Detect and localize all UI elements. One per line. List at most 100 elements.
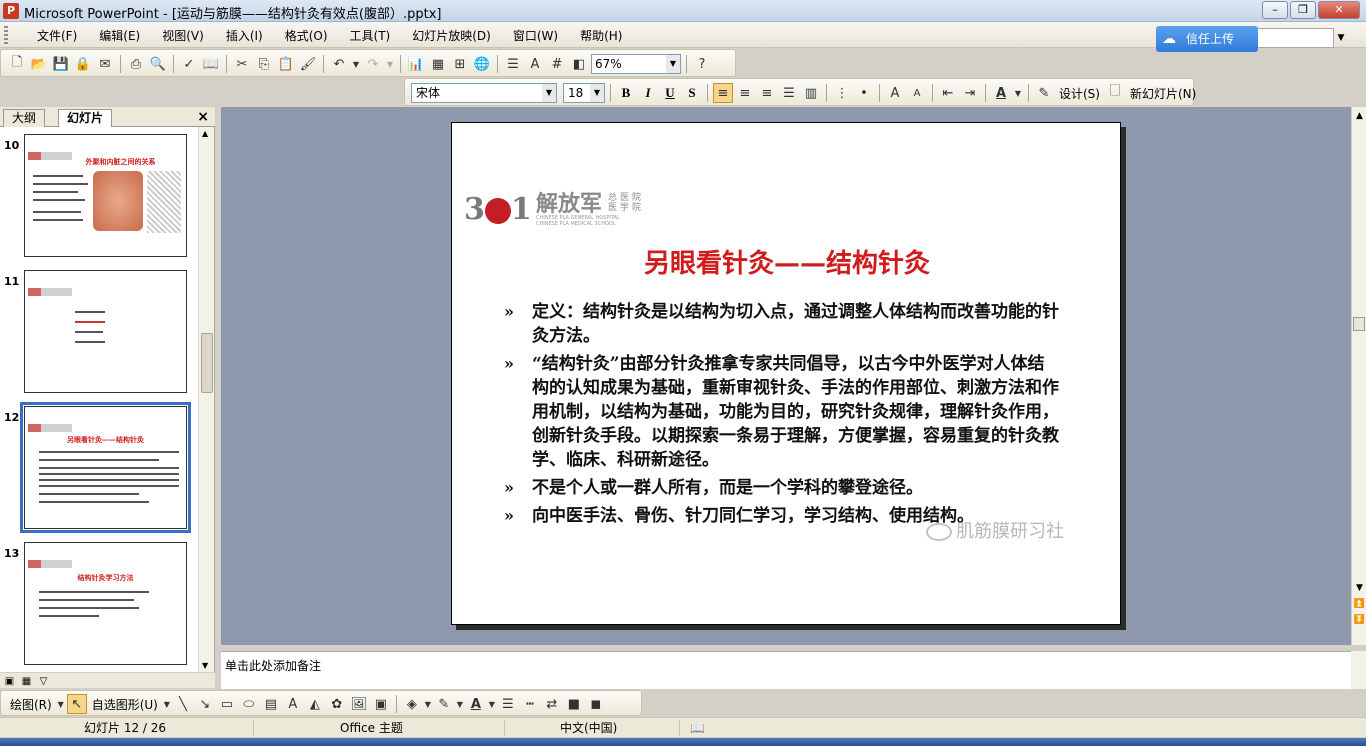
scroll-up-icon[interactable]: ▲ <box>202 129 208 138</box>
help-icon[interactable]: ? <box>692 54 712 74</box>
menu-slideshow[interactable]: 幻灯片放映(D) <box>401 27 502 44</box>
fill-color-dropdown-icon[interactable]: ▼ <box>424 694 432 714</box>
insert-chart-icon[interactable]: 📊 <box>406 54 426 74</box>
slide-scrollbar[interactable]: ▲ ▼ ⏫ ⏬ <box>1351 107 1366 645</box>
scroll-down-icon[interactable]: ▼ <box>202 661 208 670</box>
help-search-dropdown[interactable]: ▼ <box>1334 28 1348 48</box>
menu-insert[interactable]: 插入(I) <box>215 27 274 44</box>
font-size-box[interactable]: 18 ▼ <box>563 83 605 103</box>
slideshow-icon[interactable]: ▽ <box>36 675 51 689</box>
align-left-icon[interactable]: ≡ <box>713 83 733 103</box>
decrease-indent-icon[interactable]: ⇤ <box>938 83 958 103</box>
redo-icon[interactable]: ↷ <box>363 54 383 74</box>
distributed-icon[interactable]: ▥ <box>801 83 821 103</box>
picture-file-icon[interactable]: ▣ <box>371 694 391 714</box>
bullets-icon[interactable]: • <box>854 83 874 103</box>
new-icon[interactable]: 🗋 <box>7 54 27 74</box>
menu-window[interactable]: 窗口(W) <box>502 27 569 44</box>
next-slide-icon[interactable]: ⏬ <box>1352 613 1366 627</box>
scroll-up-icon[interactable]: ▲ <box>1352 109 1366 123</box>
font-color-icon[interactable]: A <box>466 694 486 714</box>
undo-dropdown-icon[interactable]: ▼ <box>351 54 361 74</box>
current-slide[interactable]: 30131 解放军 总医院医学院 CHINESE PLA GENERAL HOS… <box>451 122 1121 625</box>
minimize-button[interactable]: – <box>1262 1 1288 19</box>
line-color-icon[interactable]: ✎ <box>434 694 454 714</box>
tab-slides[interactable]: 幻灯片 <box>58 109 113 127</box>
new-slide-button[interactable]: 新幻灯片(N) <box>1127 85 1199 102</box>
tab-outline[interactable]: 大纲 <box>3 109 46 127</box>
slide-thumbnail-12[interactable]: 另眼看针灸——结构针灸 <box>20 402 191 533</box>
design-icon[interactable]: ✎ <box>1034 83 1054 103</box>
oval-icon[interactable]: ⬭ <box>239 694 259 714</box>
slides-pane-scrollbar[interactable]: ▲ ▼ <box>198 127 214 672</box>
insert-table-icon[interactable]: ▦ <box>428 54 448 74</box>
rectangle-icon[interactable]: ▭ <box>217 694 237 714</box>
wordart-icon[interactable]: A <box>283 694 303 714</box>
numbering-icon[interactable]: ⋮ <box>832 83 852 103</box>
design-button[interactable]: 设计(S) <box>1056 85 1103 102</box>
underline-button[interactable]: U <box>660 83 680 103</box>
increase-indent-icon[interactable]: ⇥ <box>960 83 980 103</box>
decrease-font-icon[interactable]: A <box>907 83 927 103</box>
spelling-status-icon[interactable]: 📖 <box>690 720 720 736</box>
slides-pane-scroll-thumb[interactable] <box>201 333 213 393</box>
show-formatting-icon[interactable]: A <box>525 54 545 74</box>
shadow-button[interactable]: S <box>682 83 702 103</box>
save-icon[interactable]: 💾 <box>51 54 71 74</box>
tables-borders-icon[interactable]: ⊞ <box>450 54 470 74</box>
pane-close-icon[interactable]: × <box>197 109 209 125</box>
close-button[interactable]: ✕ <box>1318 1 1360 19</box>
restore-button[interactable]: ❐ <box>1290 1 1316 19</box>
menu-file[interactable]: 文件(F) <box>26 27 88 44</box>
undo-icon[interactable]: ↶ <box>329 54 349 74</box>
font-color-icon[interactable]: A <box>991 83 1011 103</box>
paste-icon[interactable]: 📋 <box>276 54 296 74</box>
font-size-dropdown-icon[interactable]: ▼ <box>590 84 604 102</box>
menu-view[interactable]: 视图(V) <box>151 27 215 44</box>
select-objects-icon[interactable]: ↖ <box>66 694 87 714</box>
3d-style-icon[interactable]: ◼ <box>586 694 606 714</box>
line-style-icon[interactable]: ☰ <box>498 694 518 714</box>
menu-help[interactable]: 帮助(H) <box>569 27 633 44</box>
format-painter-icon[interactable]: 🖌 <box>298 54 318 74</box>
font-name-box[interactable]: 宋体 ▼ <box>411 83 557 103</box>
bold-button[interactable]: B <box>616 83 636 103</box>
line-color-dropdown-icon[interactable]: ▼ <box>456 694 464 714</box>
color-grayscale-icon[interactable]: ◧ <box>569 54 589 74</box>
normal-view-icon[interactable]: ▣ <box>2 675 17 689</box>
justify-icon[interactable]: ☰ <box>779 83 799 103</box>
previous-slide-icon[interactable]: ⏫ <box>1352 597 1366 611</box>
slide-sorter-icon[interactable]: ▦ <box>19 675 34 689</box>
powerpoint-app-icon[interactable]: P <box>3 3 19 19</box>
font-name-dropdown-icon[interactable]: ▼ <box>542 84 556 102</box>
shadow-style-icon[interactable]: ■ <box>564 694 584 714</box>
menu-format[interactable]: 格式(O) <box>274 27 339 44</box>
spelling-icon[interactable]: ✓ <box>179 54 199 74</box>
research-icon[interactable]: 📖 <box>201 54 221 74</box>
draw-menu-button[interactable]: 绘图(R) <box>7 696 55 713</box>
arrow-icon[interactable]: ↘ <box>195 694 215 714</box>
print-icon[interactable]: ⎙ <box>126 54 146 74</box>
show-grid-icon[interactable]: # <box>547 54 567 74</box>
font-color-dropdown-icon[interactable]: ▼ <box>1013 83 1023 103</box>
menubar-grip[interactable] <box>4 26 8 44</box>
menu-tools[interactable]: 工具(T) <box>339 27 402 44</box>
draw-menu-dropdown-icon[interactable]: ▼ <box>57 694 65 714</box>
picture-icon[interactable]: 🖼 <box>349 694 369 714</box>
font-color-dropdown-icon[interactable]: ▼ <box>488 694 496 714</box>
line-icon[interactable]: ╲ <box>173 694 193 714</box>
autoshapes-dropdown-icon[interactable]: ▼ <box>163 694 171 714</box>
clipart-icon[interactable]: ✿ <box>327 694 347 714</box>
slide-body[interactable]: » 定义：结构针灸是以结构为切入点，通过调整人体结构而改善功能的针灸方法。 » “结… <box>504 300 1059 532</box>
print-preview-icon[interactable]: 🔍 <box>148 54 168 74</box>
textbox-icon[interactable]: ▤ <box>261 694 281 714</box>
dash-style-icon[interactable]: ┅ <box>520 694 540 714</box>
autoshapes-button[interactable]: 自选图形(U) <box>89 696 161 713</box>
notes-scrollbar[interactable] <box>1351 651 1366 689</box>
cut-icon[interactable]: ✂ <box>232 54 252 74</box>
scroll-down-icon[interactable]: ▼ <box>1352 581 1366 595</box>
menu-edit[interactable]: 编辑(E) <box>88 27 151 44</box>
notes-pane[interactable]: 单击此处添加备注 <box>221 651 1351 689</box>
fill-color-icon[interactable]: ◈ <box>402 694 422 714</box>
slide-thumbnail-11[interactable] <box>24 270 187 393</box>
